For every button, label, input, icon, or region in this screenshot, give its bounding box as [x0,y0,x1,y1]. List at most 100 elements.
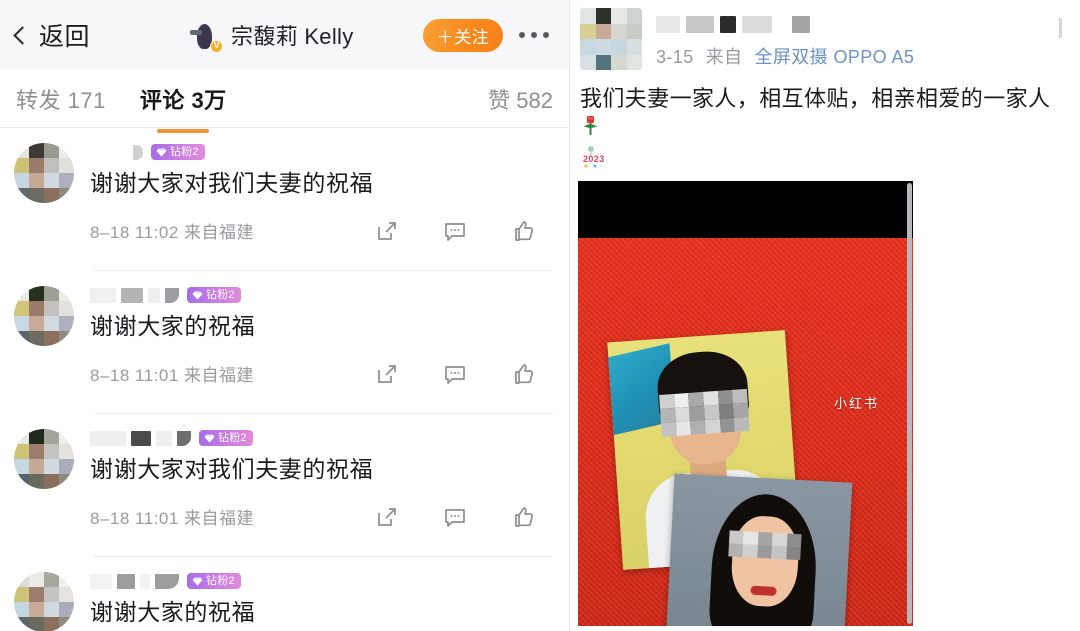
image-scrollbar[interactable] [907,182,912,624]
stats-tab-bar: 转发 171 评论 3万 赞 582 [0,70,569,133]
image-watermark: 小红书 [833,395,879,411]
avatar[interactable] [14,572,74,631]
avatar[interactable]: V [188,18,224,53]
tab-comments[interactable]: 评论 3万 [139,83,227,133]
comment-actions [375,505,553,529]
profile-nickname: 宗馥莉 Kelly [231,24,354,49]
status-badge-label: 钻粉2 [206,289,235,301]
comment-body: 钻粉2 谢谢大家对我们夫妻的祝福 8–18 11:01 来自福建 [74,427,553,544]
share-icon[interactable] [375,362,399,386]
post-header-body: 3-15 来自 全屏双摄 OPPO A5 [642,8,1066,70]
status-badge: 钻粉2 [187,287,241,303]
redacted-username [90,430,191,446]
follow-button[interactable]: ＋关注 [423,18,503,52]
verified-badge-icon: V [210,40,224,53]
comment-body: 钻粉2 谢谢大家的祝福 8–18 11:01 来自福建 [74,284,553,401]
comment-meta: 8–18 11:01 来自福建 [90,357,553,391]
rose-emoji [583,116,598,136]
post-source-prefix: 来自 [705,47,743,67]
like-icon[interactable] [511,362,535,386]
comment-timestamp: 8–18 11:01 来自福建 [90,366,255,386]
avatar[interactable] [580,8,642,70]
tab-likes[interactable]: 赞 582 [488,83,553,115]
post-header: 3-15 来自 全屏双摄 OPPO A5 [570,0,1080,70]
post-detail-panel: 3-15 来自 全屏双摄 OPPO A5 我们夫妻一家人，相互体贴，相亲相爱的一家人… [570,0,1080,631]
comment-name-line: 钻粉2 [90,570,553,592]
share-icon[interactable] [375,505,399,529]
avatar-mosaic [14,143,74,203]
image-letterbox-top [578,180,913,238]
comment-text: 谢谢大家的祝福 [90,313,256,339]
more-dots-icon[interactable] [515,26,553,44]
weibo-comments-panel: 返回 V 宗馥莉 Kelly ＋关注 转发 171 评论 3万 赞 582 钻粉… [0,0,570,631]
avatar-mosaic [580,8,642,70]
chevron-down-icon[interactable] [1053,12,1068,42]
comment-icon[interactable] [443,505,467,529]
nav-right-actions: ＋关注 [423,18,553,52]
post-image[interactable]: 小红书 [578,180,913,626]
profile-header[interactable]: V 宗馥莉 Kelly [188,18,354,53]
avatar[interactable] [14,286,74,346]
status-badge: 钻粉2 [151,144,205,160]
back-button[interactable]: 返回 [13,17,91,53]
post-text: 我们夫妻一家人，相互体贴，相亲相爱的一家人 2023 [570,70,1080,171]
diamond-icon [192,577,203,585]
comment-row[interactable]: 钻粉2 谢谢大家对我们夫妻的祝福 8–18 11:01 来自福建 [0,414,569,544]
share-icon[interactable] [375,219,399,243]
comment-actions [375,362,553,386]
comment-actions [375,219,553,243]
comment-text: 谢谢大家对我们夫妻的祝福 [90,456,374,482]
diamond-icon [192,291,203,299]
comment-timestamp: 8–18 11:02 来自福建 [90,223,255,243]
face-mosaic-censor [659,388,750,437]
status-badge-label: 钻粉2 [170,146,199,158]
redacted-username [90,573,179,589]
comment-body: 钻粉2 谢谢大家的祝福 8–18 11:01 来自福建 [74,570,553,631]
post-source-line: 3-15 来自 全屏双摄 OPPO A5 [656,43,1066,69]
avatar-mosaic [14,572,74,631]
tab-reposts[interactable]: 转发 171 [16,83,106,115]
avatar-mosaic [14,286,74,346]
comment-list: 钻粉2 谢谢大家对我们夫妻的祝福 8–18 11:02 来自福建 钻粉2 谢谢大… [0,128,569,631]
comment-meta: 8–18 11:02 来自福建 [90,214,553,248]
comment-name-line: 钻粉2 [90,427,553,449]
svg-text:2023: 2023 [583,154,605,164]
like-icon[interactable] [511,219,535,243]
avatar[interactable] [14,429,74,489]
navigation-bar: 返回 V 宗馥莉 Kelly ＋关注 [0,0,569,70]
status-badge: 钻粉2 [187,573,241,589]
comment-timestamp: 8–18 11:01 来自福建 [90,509,255,529]
post-text-content: 我们夫妻一家人，相互体贴，相亲相爱的一家人 [580,86,1051,111]
status-badge-label: 钻粉2 [206,575,235,587]
photo-woman [665,473,853,626]
comment-row[interactable]: 钻粉2 谢谢大家的祝福 8–18 11:01 来自福建 [0,271,569,401]
comment-icon[interactable] [443,362,467,386]
screenshot-root: 返回 V 宗馥莉 Kelly ＋关注 转发 171 评论 3万 赞 582 钻粉… [0,0,1080,631]
comment-text: 谢谢大家的祝福 [90,599,256,625]
comment-body: 钻粉2 谢谢大家对我们夫妻的祝福 8–18 11:02 来自福建 [74,141,553,258]
comment-row[interactable]: 钻粉2 谢谢大家对我们夫妻的祝福 8–18 11:02 来自福建 [0,128,569,258]
post-date: 3-15 [656,47,694,67]
diamond-icon [204,434,215,442]
like-icon[interactable] [511,505,535,529]
avatar[interactable] [14,143,74,203]
comment-text: 谢谢大家对我们夫妻的祝福 [90,170,374,196]
back-button-label: 返回 [39,23,91,51]
status-badge-label: 钻粉2 [218,432,247,444]
status-badge: 钻粉2 [199,430,253,446]
chevron-left-icon [13,25,32,45]
redacted-username [90,287,179,303]
redacted-username [90,144,143,160]
2023-sticker-emoji: 2023 [583,145,605,168]
comment-meta: 8–18 11:01 来自福建 [90,500,553,534]
avatar-mosaic [14,429,74,489]
comment-icon[interactable] [443,219,467,243]
tab-comments-label: 评论 3万 [139,87,227,113]
comment-row[interactable]: 钻粉2 谢谢大家的祝福 8–18 11:01 来自福建 [0,557,569,631]
redacted-username [656,16,1066,33]
post-source-device[interactable]: 全屏双摄 OPPO A5 [754,47,914,67]
comment-name-line: 钻粉2 [90,284,553,306]
diamond-icon [156,148,167,156]
face-mosaic-censor [728,530,802,561]
comment-name-line: 钻粉2 [90,141,553,163]
